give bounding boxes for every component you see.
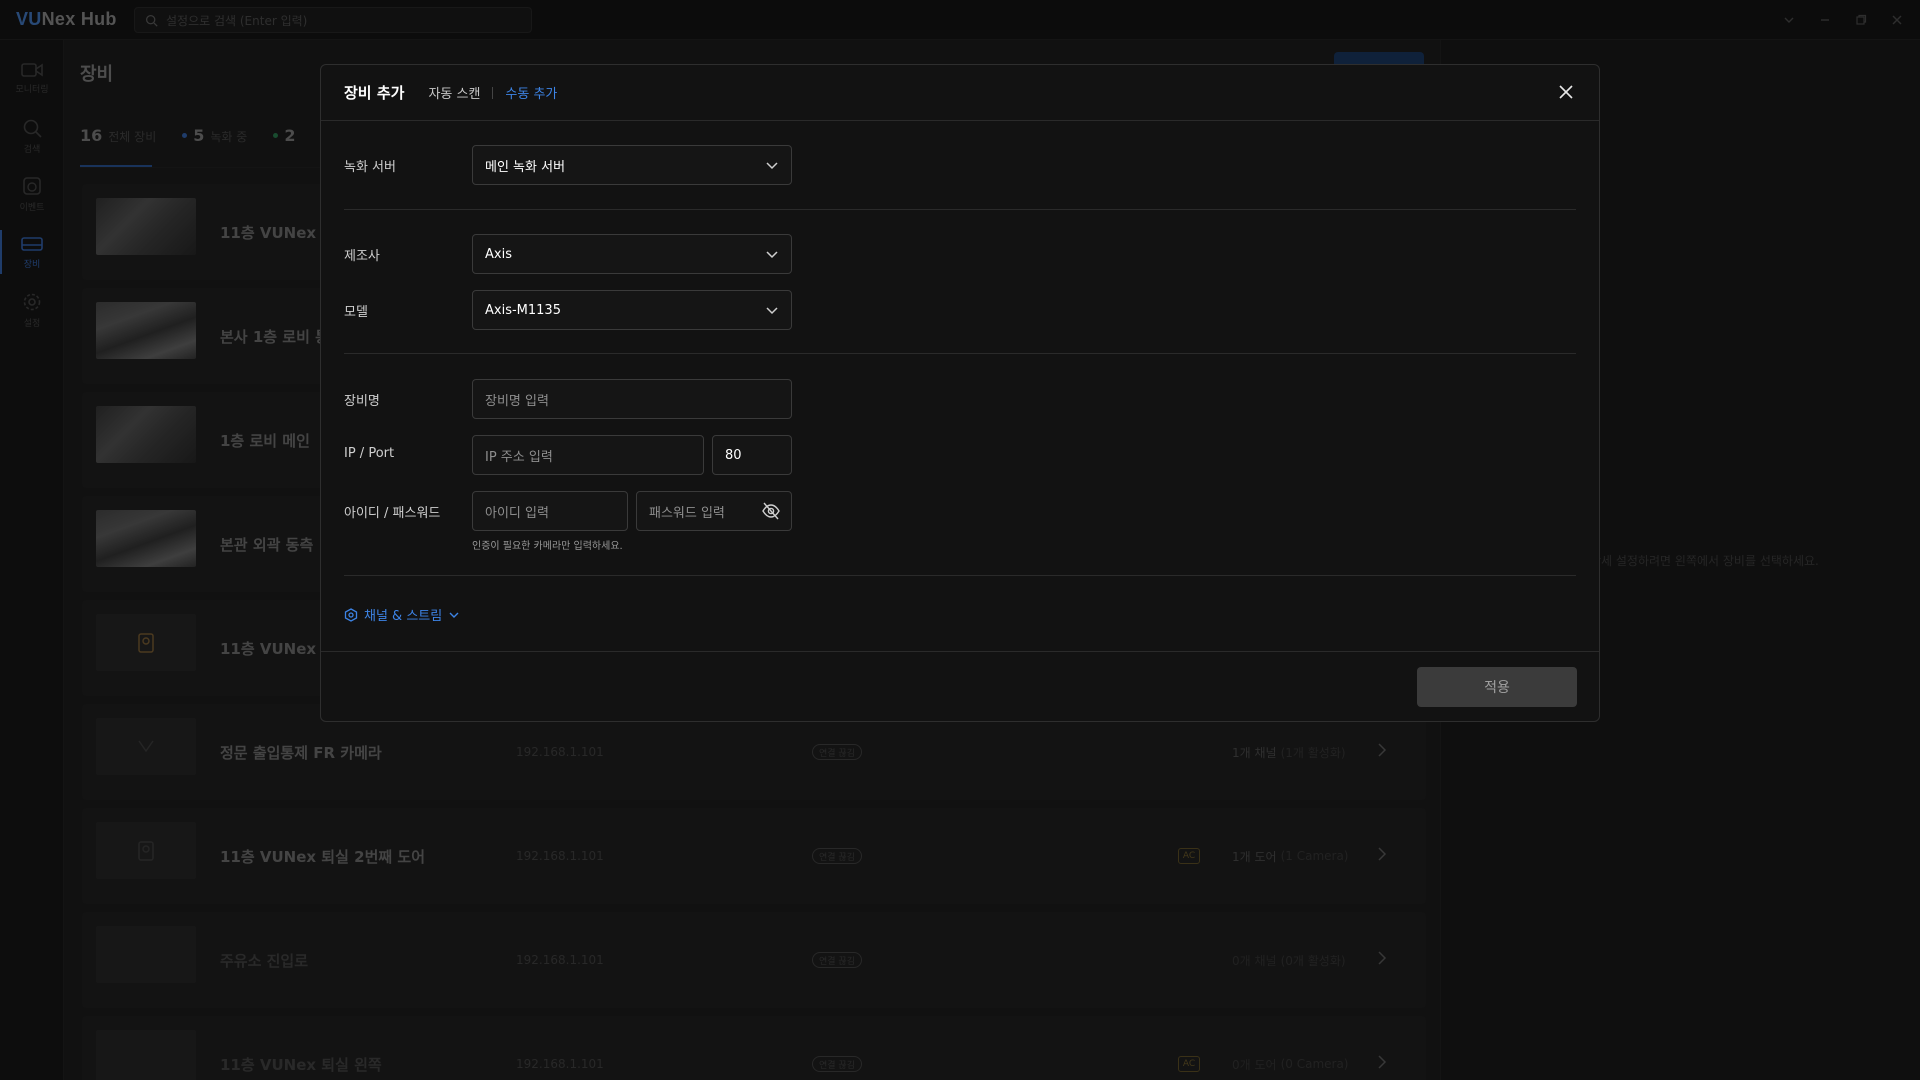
divider (344, 209, 1576, 210)
ip-address-input[interactable]: IP 주소 입력 (472, 435, 704, 475)
manufacturer-label: 제조사 (344, 249, 380, 264)
port-input[interactable]: 80 (712, 435, 792, 475)
manufacturer-value: Axis (485, 246, 512, 262)
recording-server-value: 메인 녹화 서버 (485, 159, 566, 175)
password-input[interactable]: 패스워드 입력 (636, 491, 792, 531)
device-name-label: 장비명 (344, 394, 380, 409)
chevron-down-icon (449, 612, 459, 618)
modal-title: 장비 추가 (344, 84, 405, 102)
model-value: Axis-M1135 (485, 302, 561, 318)
chevron-down-icon (765, 247, 779, 265)
settings-hex-icon (344, 607, 358, 622)
divider (344, 353, 1576, 354)
chevron-down-icon (765, 303, 779, 321)
apply-button[interactable]: 적용 (1417, 667, 1577, 707)
username-input[interactable]: 아이디 입력 (472, 491, 628, 531)
credentials-hint: 인증이 필요한 카메라만 입력하세요. (472, 541, 623, 552)
password-placeholder: 패스워드 입력 (649, 505, 725, 521)
manufacturer-select[interactable]: Axis (472, 234, 792, 274)
divider (344, 575, 1576, 576)
tab-separator (492, 86, 494, 99)
model-select[interactable]: Axis-M1135 (472, 290, 792, 330)
model-label: 모델 (344, 305, 368, 320)
eye-off-icon[interactable] (761, 502, 781, 524)
chevron-down-icon (765, 158, 779, 176)
tab-manual-add[interactable]: 수동 추가 (505, 83, 557, 102)
device-name-input[interactable]: 장비명 입력 (472, 379, 792, 419)
port-value: 80 (725, 447, 742, 463)
close-icon[interactable] (1553, 79, 1579, 105)
username-placeholder: 아이디 입력 (485, 505, 549, 521)
recording-server-select[interactable]: 메인 녹화 서버 (472, 145, 792, 185)
modal-footer-divider (321, 651, 1599, 652)
server-label: 녹화 서버 (344, 160, 396, 175)
modal-header: 장비 추가 자동 스캔 수동 추가 (321, 65, 1599, 121)
channels-streams-label: 채널 & 스트림 (364, 609, 443, 624)
add-device-modal: 장비 추가 자동 스캔 수동 추가 녹화 서버 메인 녹화 서버 제조사 Axi… (320, 64, 1600, 722)
ip-port-label: IP / Port (344, 446, 395, 461)
ip-address-placeholder: IP 주소 입력 (485, 449, 553, 465)
credentials-label: 아이디 / 패스워드 (344, 506, 441, 521)
device-name-placeholder: 장비명 입력 (485, 393, 549, 409)
tab-auto-scan[interactable]: 자동 스캔 (428, 83, 480, 102)
channels-streams-toggle[interactable]: 채널 & 스트림 (344, 605, 460, 624)
